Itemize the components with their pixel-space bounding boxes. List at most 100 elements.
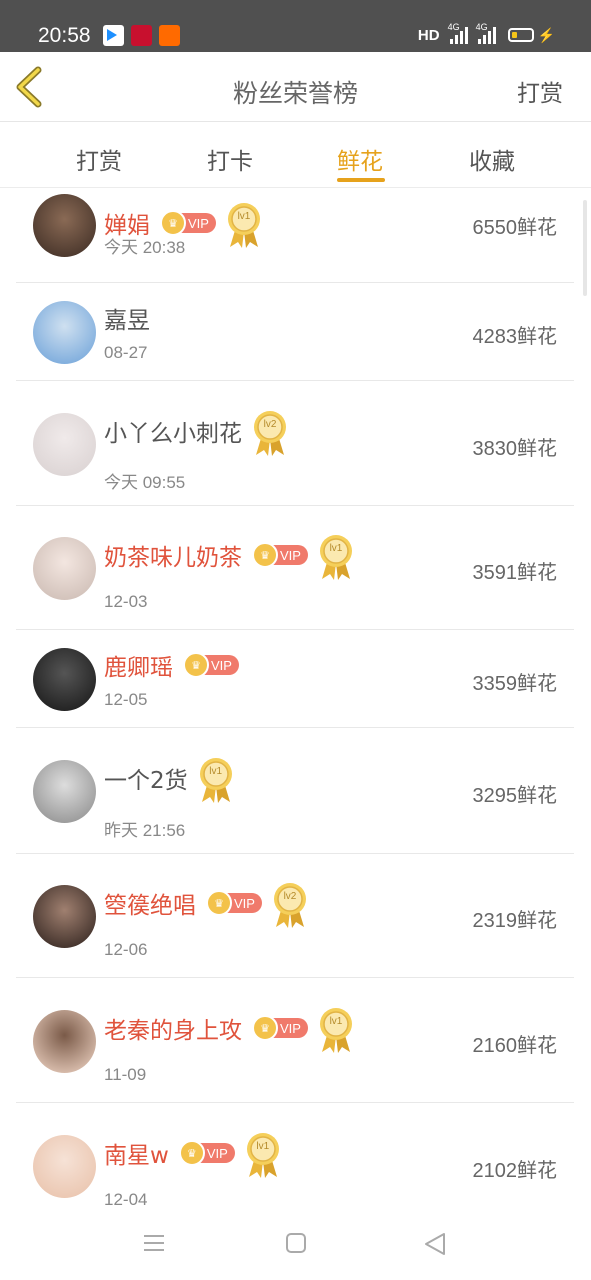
flower-count: 6550鲜花 — [472, 217, 558, 239]
fan-name[interactable]: 奶茶味儿奶茶 — [104, 538, 242, 572]
avatar[interactable] — [33, 301, 96, 364]
fan-name-line: 鹿卿瑶 ♛ VIP — [104, 648, 239, 682]
nav-bar: 粉丝荣誉榜 打赏 — [0, 52, 591, 122]
network-label-2: 4G — [475, 22, 488, 32]
fan-row[interactable]: 南星w ♛ VIP lv1 12-04 2102鲜花 — [16, 1103, 574, 1209]
fan-date: 今天 20:38 — [104, 238, 186, 257]
fan-date: 12-03 — [104, 592, 148, 611]
medal-level-label: lv2 — [283, 891, 297, 902]
level-medal-icon: lv2 — [272, 881, 308, 929]
avatar[interactable] — [33, 1010, 96, 1073]
level-medal-icon: lv1 — [226, 201, 262, 249]
status-bar: 20:58 HD 4G 4G ⚡ — [0, 0, 591, 52]
vip-label: VIP — [211, 657, 232, 673]
fan-name-line: 老秦的身上攻 ♛ VIP lv1 — [104, 1002, 354, 1054]
level-medal-icon: lv1 — [318, 533, 354, 581]
back-triangle-icon[interactable] — [424, 1232, 446, 1260]
vip-badge: ♛ VIP — [178, 1140, 235, 1166]
orange-app-icon — [159, 25, 180, 46]
avatar[interactable] — [33, 537, 96, 600]
fan-row[interactable]: 嘉昱 08-27 4283鲜花 — [16, 283, 574, 381]
battery-icon — [507, 28, 534, 42]
avatar[interactable] — [33, 885, 96, 948]
flower-count: 4283鲜花 — [472, 326, 558, 348]
fan-list[interactable]: 婵娟 ♛ VIP lv1 今天 20:38 6550鲜花 嘉昱 08-27 4283鲜花 小丫么小… — [0, 189, 591, 1209]
page-title: 粉丝荣誉榜 — [232, 79, 358, 108]
tab-checkin[interactable]: 打卡 — [207, 142, 253, 176]
vip-badge: ♛ VIP — [252, 1015, 308, 1041]
medal-level-label: lv1 — [256, 1141, 270, 1152]
tab-favorites[interactable]: 收藏 — [469, 142, 515, 176]
status-time: 20:58 — [38, 24, 91, 47]
vip-label: VIP — [234, 895, 255, 911]
vip-badge: ♛ VIP — [183, 652, 239, 678]
signal-icon-2: 4G — [476, 22, 496, 44]
fan-row[interactable]: 婵娟 ♛ VIP lv1 今天 20:38 6550鲜花 — [16, 189, 574, 283]
fan-name[interactable]: 嘉昱 — [104, 301, 150, 335]
menu-icon[interactable] — [143, 1232, 165, 1258]
crown-icon: ♛ — [183, 652, 209, 678]
status-indicators: HD 4G 4G ⚡ — [417, 22, 555, 44]
flower-count: 3295鲜花 — [472, 785, 558, 807]
tab-reward[interactable]: 打赏 — [76, 142, 122, 176]
fan-row[interactable]: 鹿卿瑶 ♛ VIP 12-05 3359鲜花 — [16, 630, 574, 728]
tab-bar: 打赏 打卡 鲜花 收藏 — [0, 122, 591, 188]
fan-name[interactable]: 老秦的身上攻 — [104, 1011, 242, 1045]
fan-name-line: 小丫么小刺花 lv2 — [104, 405, 288, 457]
home-square-icon[interactable] — [285, 1232, 307, 1258]
medal-level-label: lv1 — [237, 211, 251, 222]
flower-count: 2319鲜花 — [472, 910, 558, 932]
avatar[interactable] — [33, 194, 96, 257]
fan-name-line: 嘉昱 — [104, 301, 150, 335]
fan-date: 11-09 — [104, 1065, 147, 1084]
video-app-icon — [103, 25, 124, 46]
flower-count: 3591鲜花 — [472, 562, 558, 584]
fan-name[interactable]: 小丫么小刺花 — [104, 414, 242, 448]
fan-name[interactable]: 鹿卿瑶 — [104, 648, 173, 682]
avatar[interactable] — [33, 413, 96, 476]
fan-date: 12-05 — [104, 690, 148, 709]
reward-button[interactable]: 打赏 — [517, 74, 563, 108]
fan-row[interactable]: 奶茶味儿奶茶 ♛ VIP lv1 12-03 3591鲜花 — [16, 506, 574, 630]
medal-level-label: lv1 — [209, 766, 223, 777]
medal-level-label: lv1 — [329, 543, 343, 554]
fan-row[interactable]: 小丫么小刺花 lv2 今天 09:55 3830鲜花 — [16, 381, 574, 506]
fan-row[interactable]: 老秦的身上攻 ♛ VIP lv1 11-09 2160鲜花 — [16, 978, 574, 1103]
fan-name-line: 箜篌绝唱 ♛ VIP lv2 — [104, 877, 308, 929]
flower-count: 2160鲜花 — [472, 1035, 558, 1057]
avatar[interactable] — [33, 760, 96, 823]
network-label: 4G — [447, 22, 460, 32]
avatar[interactable] — [33, 648, 96, 711]
level-medal-icon: lv1 — [318, 1006, 354, 1054]
fan-date: 12-04 — [104, 1190, 148, 1209]
crown-icon: ♛ — [252, 542, 278, 568]
fan-name[interactable]: 一个2货 — [104, 761, 188, 795]
system-nav-bar — [0, 1210, 591, 1280]
flower-count: 2102鲜花 — [472, 1160, 558, 1182]
vip-label: VIP — [280, 1020, 301, 1036]
signal-icon: 4G — [448, 22, 468, 44]
level-medal-icon: lv1 — [245, 1131, 281, 1179]
fan-name[interactable]: 南星w — [104, 1136, 169, 1170]
crown-icon: ♛ — [178, 1140, 205, 1166]
fan-name-line: 奶茶味儿奶茶 ♛ VIP lv1 — [104, 529, 354, 581]
medal-level-label: lv2 — [263, 419, 277, 430]
crown-icon: ♛ — [252, 1015, 278, 1041]
charging-icon: ⚡ — [537, 26, 555, 43]
level-medal-icon: lv1 — [198, 756, 234, 804]
avatar[interactable] — [33, 1135, 96, 1198]
tab-flowers[interactable]: 鲜花 — [337, 142, 383, 176]
fan-row[interactable]: 一个2货 lv1 昨天 21:56 3295鲜花 — [16, 728, 574, 854]
app-screen: 20:58 HD 4G 4G ⚡ 粉丝荣誉榜 打赏 打赏 打卡 鲜花 收藏 婵娟… — [0, 0, 591, 1280]
fan-date: 昨天 21:56 — [104, 821, 186, 840]
fan-name-line: 南星w ♛ VIP lv1 — [104, 1127, 281, 1179]
flower-count: 3359鲜花 — [472, 673, 558, 695]
fan-name[interactable]: 箜篌绝唱 — [104, 886, 196, 920]
scrollbar[interactable] — [583, 200, 587, 296]
fan-row[interactable]: 箜篌绝唱 ♛ VIP lv2 12-06 2319鲜花 — [16, 854, 574, 978]
vip-label: VIP — [280, 547, 301, 563]
crown-icon: ♛ — [206, 890, 232, 916]
flower-count: 3830鲜花 — [472, 438, 558, 460]
vip-badge: ♛ VIP — [252, 542, 308, 568]
hd-label: HD — [417, 26, 440, 44]
